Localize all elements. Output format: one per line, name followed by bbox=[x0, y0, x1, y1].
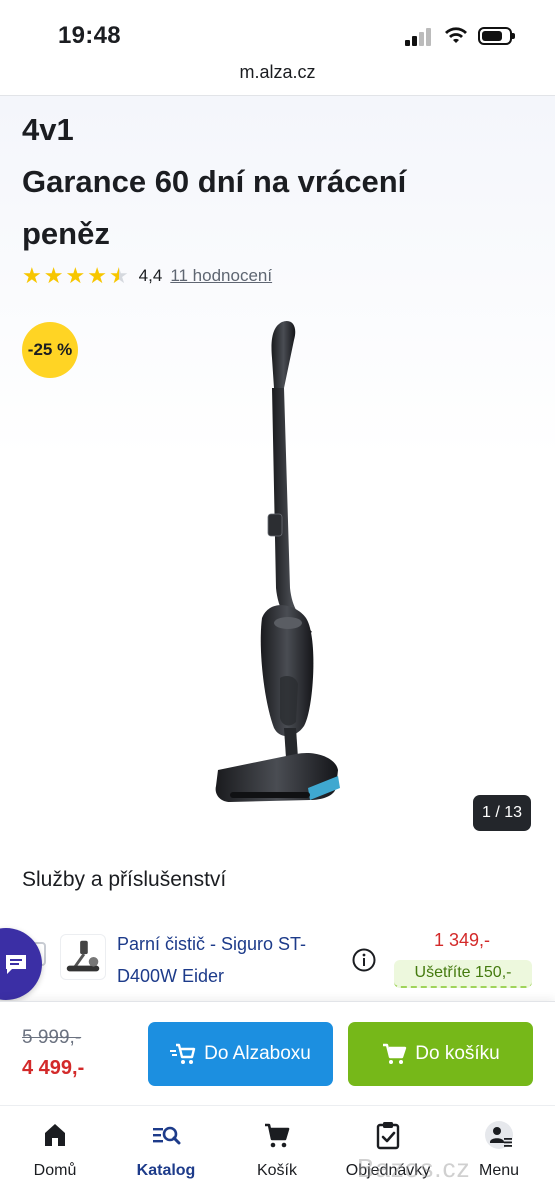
star-icon: ★ bbox=[22, 263, 42, 288]
nav-label: Domů bbox=[33, 1162, 77, 1179]
home-icon bbox=[45, 1124, 65, 1146]
title-line: 4v1 bbox=[22, 112, 74, 147]
half-star-icon: ★ bbox=[108, 263, 129, 288]
reviews-link[interactable]: 11 hodnocení bbox=[170, 266, 272, 286]
nav-item-home[interactable]: Domů bbox=[5, 1120, 105, 1180]
bottom-navigation: Domů Katalog Košík Objednávky Menu bbox=[0, 1105, 555, 1200]
cart-fast-icon bbox=[170, 1043, 196, 1064]
product-title: 4v1 Garance 60 dní na vrácení peněz bbox=[22, 104, 522, 260]
current-price: 4 499,- bbox=[22, 1057, 85, 1079]
address-bar[interactable]: m.alza.cz bbox=[0, 62, 555, 96]
savings-badge: Ušetříte 150,- bbox=[394, 960, 532, 988]
title-line: peněz bbox=[22, 216, 110, 251]
status-bar: 19:48 bbox=[0, 0, 555, 62]
product-content: 4v1 Garance 60 dní na vrácení peněz ★ ★ … bbox=[0, 96, 555, 1001]
rating-value: 4,4 bbox=[138, 266, 163, 285]
rating-row: ★ ★ ★ ★ ★ 4,4 11 hodnocení bbox=[22, 264, 272, 288]
star-icon: ★ bbox=[43, 263, 64, 288]
url-text: m.alza.cz bbox=[239, 62, 316, 82]
star-icon: ★ bbox=[87, 263, 107, 288]
wifi-icon bbox=[445, 27, 467, 43]
discount-badge: -25 % bbox=[22, 322, 78, 378]
catalog-search-icon bbox=[153, 1126, 181, 1145]
gallery-counter: 1 / 13 bbox=[473, 795, 531, 831]
title-line: Garance 60 dní na vrácení bbox=[22, 164, 407, 199]
purchase-bar: 5 999,- 4 499,- Do Alzaboxu Do košíku bbox=[0, 1001, 555, 1105]
orders-clipboard-icon bbox=[376, 1122, 400, 1150]
chat-button[interactable] bbox=[0, 928, 42, 1000]
signal-icon bbox=[405, 28, 433, 46]
nav-item-catalog[interactable]: Katalog bbox=[116, 1120, 216, 1180]
status-time: 19:48 bbox=[58, 22, 121, 49]
product-image[interactable] bbox=[200, 318, 370, 808]
nav-label: Katalog bbox=[136, 1162, 196, 1179]
service-price: 1 349,- bbox=[433, 930, 490, 950]
service-item: Parní čistič - Siguro ST-D400W Eider 1 3… bbox=[0, 924, 555, 1000]
nav-item-cart[interactable]: Košík bbox=[227, 1120, 327, 1180]
services-section-title: Služby a příslušenství bbox=[22, 868, 227, 891]
service-thumbnail bbox=[60, 934, 106, 980]
service-name[interactable]: Parní čistič - Siguro ST-D400W Eider bbox=[117, 928, 342, 992]
cart-icon bbox=[265, 1123, 290, 1148]
watermark: Bazos.cz bbox=[357, 1153, 471, 1183]
chat-icon bbox=[6, 955, 26, 974]
battery-icon bbox=[478, 27, 515, 45]
info-icon[interactable] bbox=[352, 948, 376, 972]
cart-icon bbox=[383, 1043, 407, 1064]
add-to-cart-label: Do košíku bbox=[415, 1043, 500, 1064]
add-to-cart-button[interactable]: Do košíku bbox=[348, 1022, 533, 1086]
old-price: 5 999,- bbox=[22, 1027, 82, 1048]
add-to-alzabox-button[interactable]: Do Alzaboxu bbox=[148, 1022, 333, 1086]
star-icon: ★ bbox=[65, 263, 86, 288]
rating-stars: ★ ★ ★ ★ ★ bbox=[22, 265, 129, 287]
nav-label: Košík bbox=[256, 1162, 297, 1179]
user-menu-icon bbox=[485, 1121, 513, 1149]
add-to-alzabox-label: Do Alzaboxu bbox=[204, 1043, 311, 1064]
